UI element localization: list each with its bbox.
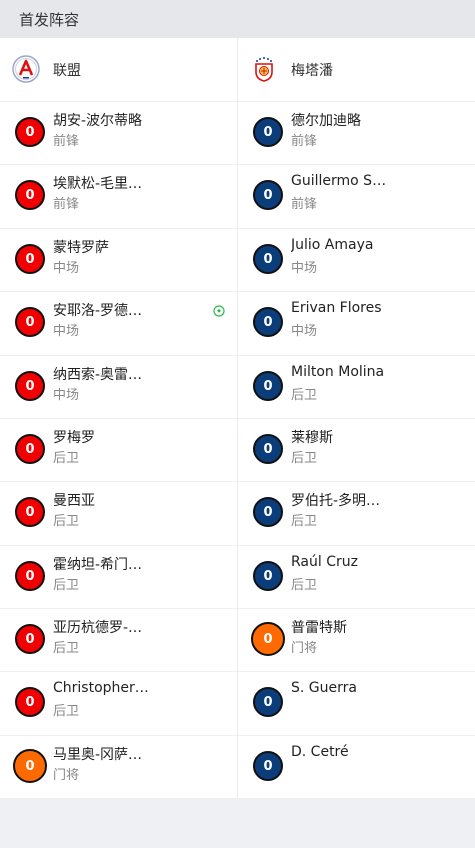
player-name: 罗梅罗 [53,430,95,446]
player-position: 后卫 [291,388,318,403]
player-name: 胡安-波尔蒂略 [53,113,143,129]
player-position: 后卫 [291,514,318,529]
player-position: 后卫 [53,704,80,719]
player-row[interactable]: 0 罗伯托-多明… 后卫 [238,481,475,544]
shirt-number-badge: 0 [251,622,285,656]
player-row[interactable]: 0 安耶洛-罗德… 中场 [0,291,237,354]
player-position: 后卫 [53,514,80,529]
player-row[interactable]: 0 霍纳坦-希门… 后卫 [0,545,237,608]
shirt-number-badge: 0 [253,497,283,527]
player-row[interactable]: 0 Guillermo Str… 前锋 [238,164,475,227]
shirt-number-badge: 0 [253,751,283,781]
away-team-name: 梅塔潘 [291,63,333,79]
player-name: 蒙特罗萨 [53,240,109,256]
player-row[interactable]: 0 纳西索-奥雷… 中场 [0,355,237,418]
player-row[interactable]: 0 普雷特斯门将 [238,608,475,671]
shirt-number-badge: 0 [253,561,283,591]
home-team-header[interactable]: 联盟 [0,38,237,101]
player-name: Milton Molina [291,364,385,380]
shirt-number-badge: 0 [253,180,283,210]
club-crest-stars-icon [255,57,273,82]
player-row[interactable]: 0 马里奥-冈萨… 门将 [0,735,237,798]
shirt-number-badge: 0 [15,307,45,337]
player-position: 后卫 [291,451,318,466]
shirt-number-badge: 0 [15,117,45,147]
home-team-column: 联盟 0 胡安-波尔蒂略 前锋 0 埃默松-毛里… 前锋 0 蒙特罗萨中场 0 安耶洛-罗德… 中场… [0,38,237,798]
player-position: 前锋 [291,197,318,212]
player-row[interactable]: 0 亚历杭德罗-… 后卫 [0,608,237,671]
player-position: 后卫 [53,641,80,656]
section-header: 首发阵容 [0,0,475,38]
player-name: 曼西亚 [53,493,95,509]
player-name: Julio Amaya [291,237,374,253]
section-title: 首发阵容 [19,10,80,29]
player-position: 后卫 [53,451,80,466]
shirt-number-badge: 0 [15,434,45,464]
shirt-number-badge: 0 [15,497,45,527]
away-team-column: 梅塔潘 0 德尔加迪略前锋 0 Guillermo Str… 前锋 0 Julio Amay… [238,38,475,798]
player-position: 前锋 [53,197,80,212]
player-position: 中场 [53,388,80,403]
player-position: 中场 [53,324,80,339]
player-position: 门将 [291,641,318,656]
player-name: Erivan Flores [291,300,382,316]
player-position: 前锋 [291,134,318,149]
player-name: 马里奥-冈萨… [53,747,143,763]
player-name: 亚历杭德罗-… [53,620,143,636]
shirt-number-badge: 0 [15,687,45,717]
player-position: 中场 [291,261,318,276]
player-name: S. Guerra [291,680,357,696]
player-row[interactable]: 0 德尔加迪略前锋 [238,101,475,164]
player-name: Christopher … [53,680,153,696]
player-row[interactable]: 0 Erivan Flores 中场 [238,291,475,354]
shirt-number-badge: 0 [253,307,283,337]
player-name: 莱穆斯 [291,430,333,446]
lineup-panel: 联盟 0 胡安-波尔蒂略 前锋 0 埃默松-毛里… 前锋 0 蒙特罗萨 中场 0 安耶洛-罗德… 中场… [0,38,475,798]
player-row[interactable]: 0 S. Guerra [238,671,475,734]
shirt-number-badge: 0 [13,749,47,783]
shirt-number-badge: 0 [253,371,283,401]
player-row[interactable]: 0 Julio Amaya 中场 [238,228,475,291]
player-name: 普雷特斯 [291,620,347,636]
player-name: D. Cetré [291,744,349,760]
player-position: 后卫 [53,578,80,593]
player-row[interactable]: 0 D. Cetré [238,735,475,798]
player-name: 德尔加迪略 [291,113,361,129]
shirt-number-badge: 0 [253,244,283,274]
player-row[interactable]: 0 曼西亚后卫 [0,481,237,544]
player-name: Raúl Cruz [291,554,358,570]
player-row[interactable]: 0 Raúl Cruz 后卫 [238,545,475,608]
shirt-number-badge: 0 [253,117,283,147]
club-crest-a-icon [12,55,40,83]
player-name: 纳西索-奥雷… [53,367,143,383]
shirt-number-badge: 0 [15,371,45,401]
player-row[interactable]: 0 Christopher … 后卫 [0,671,237,734]
player-name: Guillermo Str… [291,173,391,189]
player-name: 安耶洛-罗德… [53,303,143,319]
away-team-header[interactable]: 梅塔潘 [238,38,475,101]
shirt-number-badge: 0 [15,244,45,274]
player-row[interactable]: 0 莱穆斯后卫 [238,418,475,481]
shirt-number-badge: 0 [253,687,283,717]
player-row[interactable]: 0 Milton Molina 后卫 [238,355,475,418]
player-row[interactable]: 0 蒙特罗萨中场 [0,228,237,291]
player-name: 霍纳坦-希门… [53,557,143,573]
home-team-name: 联盟 [53,63,81,79]
goal-ball-icon [213,305,225,317]
shirt-number-badge: 0 [15,180,45,210]
player-position: 中场 [291,324,318,339]
player-row[interactable]: 0 罗梅罗后卫 [0,418,237,481]
shirt-number-badge: 0 [15,624,45,654]
player-position: 前锋 [53,134,80,149]
player-row[interactable]: 0 埃默松-毛里… 前锋 [0,164,237,227]
shirt-number-badge: 0 [15,561,45,591]
player-position: 中场 [53,261,80,276]
player-position: 门将 [53,768,80,783]
player-name: 罗伯托-多明… [291,493,381,509]
player-name: 埃默松-毛里… [53,176,143,192]
player-row[interactable]: 0 胡安-波尔蒂略 前锋 [0,101,237,164]
player-position: 后卫 [291,578,318,593]
shirt-number-badge: 0 [253,434,283,464]
